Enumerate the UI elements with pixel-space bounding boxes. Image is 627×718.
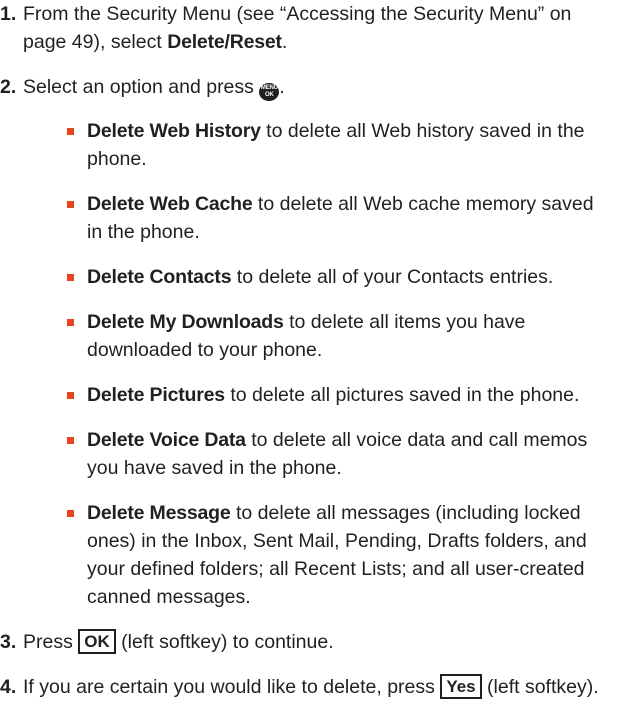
ok-softkey-label: OK: [78, 629, 116, 654]
bullet-icon: [67, 319, 74, 326]
option-description: to delete all pictures saved in the phon…: [224, 384, 580, 406]
step-number: 3.: [0, 631, 17, 653]
instruction-page: 1. From the Security Menu (see “Accessin…: [0, 0, 627, 718]
option-name: Delete Web History: [87, 120, 261, 142]
list-item: Delete Web Cache to delete all Web cache…: [23, 190, 619, 246]
bullet-icon: [67, 392, 74, 399]
step-text: From the Security Menu (see “Accessing t…: [23, 3, 572, 53]
bullet-icon: [67, 274, 74, 281]
list-item: Delete My Downloads to delete all items …: [23, 308, 619, 364]
bullet-icon: [67, 510, 74, 517]
step-text-end: .: [279, 76, 285, 98]
step-1: 1. From the Security Menu (see “Accessin…: [0, 0, 627, 56]
step-2: 2. Select an option and press MENU OK. De…: [0, 73, 627, 611]
step-4: 4. If you are certain you would like to …: [0, 673, 627, 701]
list-item: Delete Voice Data to delete all voice da…: [23, 426, 619, 482]
list-item: Delete Message to delete all messages (i…: [23, 499, 619, 611]
menu-option-name: Delete/Reset: [167, 31, 282, 53]
step-text-end: .: [281, 31, 288, 53]
option-name: Delete Contacts: [87, 266, 232, 288]
step-text-end: (left softkey).: [481, 676, 599, 698]
option-name: Delete My Downloads: [87, 311, 284, 333]
list-item: Delete Contacts to delete all of your Co…: [23, 263, 619, 291]
list-item: Delete Pictures to delete all pictures s…: [23, 381, 619, 409]
option-name: Delete Pictures: [87, 384, 225, 406]
option-list: Delete Web History to delete all Web his…: [23, 117, 619, 611]
step-3: 3. Press OK (left softkey) to continue.: [0, 628, 627, 656]
step-text: Select an option and press: [23, 76, 260, 98]
option-name: Delete Message: [87, 502, 231, 524]
menu-ok-key-icon: MENU OK: [259, 83, 280, 101]
step-number: 4.: [0, 676, 17, 698]
step-text: Press: [23, 631, 79, 653]
yes-softkey-label: Yes: [440, 674, 482, 699]
option-name: Delete Voice Data: [87, 429, 246, 451]
step-number: 2.: [0, 76, 17, 98]
key-label-bottom: OK: [265, 92, 274, 98]
bullet-icon: [67, 201, 74, 208]
list-item: Delete Web History to delete all Web his…: [23, 117, 619, 173]
bullet-icon: [67, 437, 74, 444]
step-text-end: (left softkey) to continue.: [115, 631, 334, 653]
key-label-top: MENU: [260, 85, 278, 91]
bullet-icon: [67, 128, 74, 135]
step-text: If you are certain you would like to del…: [23, 676, 441, 698]
option-description: to delete all of your Contacts entries.: [231, 266, 554, 288]
step-number: 1.: [0, 3, 17, 25]
option-name: Delete Web Cache: [87, 193, 253, 215]
